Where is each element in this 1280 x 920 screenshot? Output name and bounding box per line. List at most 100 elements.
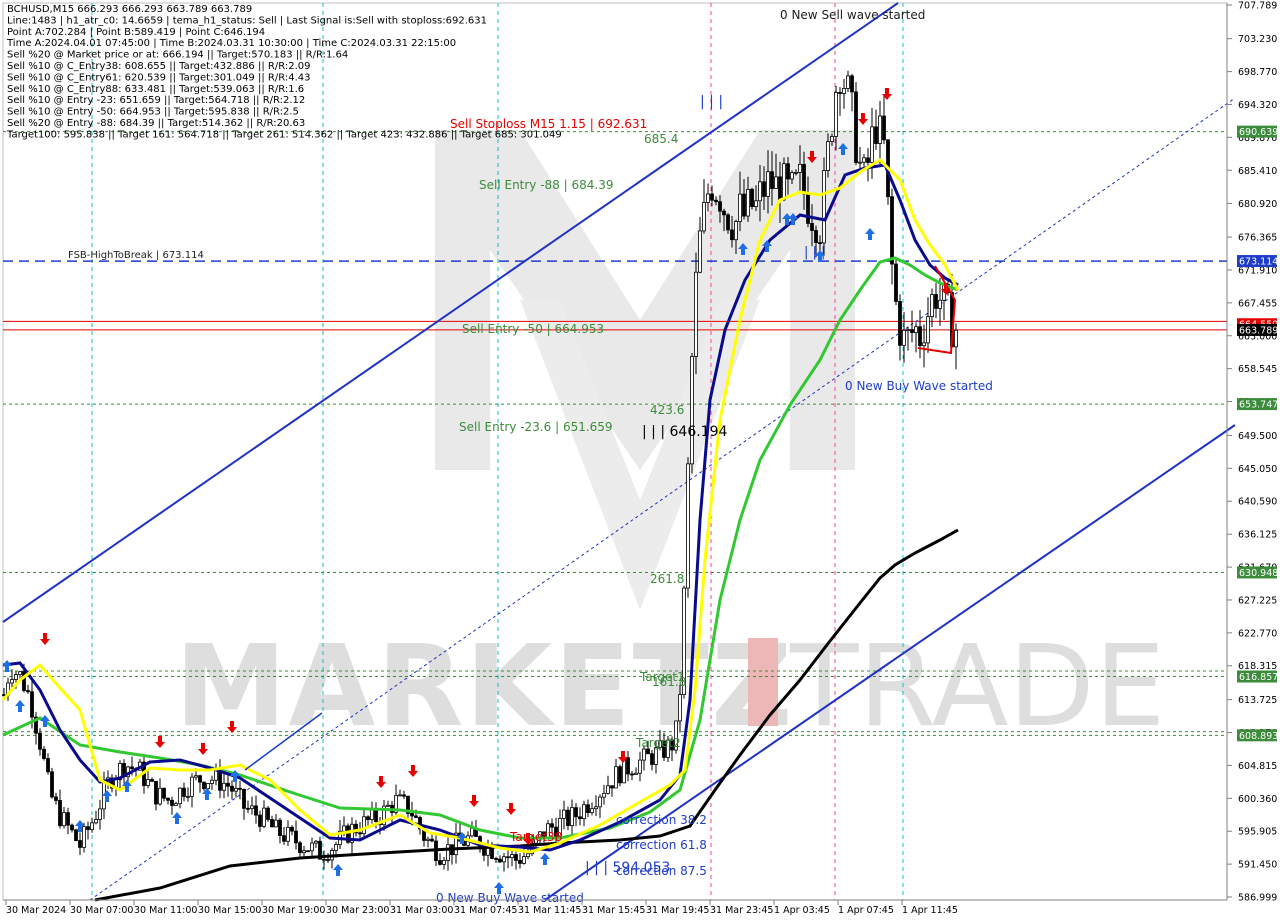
candle-body	[90, 822, 94, 831]
candle-body	[86, 826, 90, 831]
price-tick-label: 622.770	[1238, 628, 1277, 639]
candle-body	[254, 805, 258, 816]
candle-body	[626, 757, 630, 775]
price-tick-label: 685.410	[1238, 166, 1277, 177]
candle-body	[894, 263, 898, 302]
price-tick-label: 658.545	[1238, 364, 1277, 375]
header-line: Sell %10 @ Entry -50: 664.953 || Target:…	[7, 107, 299, 118]
candle-body	[878, 115, 882, 144]
candle-body	[42, 748, 46, 759]
candle-body	[770, 171, 774, 189]
candle-body	[514, 854, 518, 861]
candle-body	[874, 126, 878, 144]
candle-body	[954, 329, 958, 348]
candle-body	[502, 856, 506, 863]
candle-body	[282, 835, 286, 842]
candle-body	[858, 161, 862, 164]
candle-body	[574, 807, 578, 818]
candle-body	[938, 299, 942, 309]
candle-body	[82, 826, 86, 848]
candle-body	[690, 356, 694, 465]
candle-body	[470, 827, 474, 837]
price-tick-label: 645.050	[1238, 464, 1277, 475]
candle-body	[606, 785, 610, 794]
price-tick-label: 600.360	[1238, 794, 1277, 805]
candle-body	[870, 126, 874, 163]
price-marker-label: 608.893	[1239, 731, 1278, 742]
candle-body	[250, 805, 254, 809]
candle-body	[746, 188, 750, 217]
candle-body	[162, 787, 166, 799]
candle-body	[426, 838, 430, 841]
candle-body	[914, 326, 918, 333]
candle-body	[302, 850, 306, 854]
watermark-right-text: TRADE	[789, 622, 1165, 752]
annotation-sell-entry-23: Sell Entry -23.6 | 651.659	[459, 420, 613, 434]
candle-body	[654, 747, 658, 765]
candle-body	[358, 832, 362, 835]
annotation-261-8: 261.8	[650, 572, 684, 586]
candle-body	[702, 202, 706, 232]
annotation-423-6: 423.6	[650, 403, 684, 417]
annotation-new-buy-wave-right: 0 New Buy Wave started	[845, 379, 993, 393]
candle-body	[410, 813, 414, 817]
price-marker-label: 616.857	[1239, 672, 1278, 683]
candle-body	[614, 766, 618, 789]
candle-body	[794, 172, 798, 174]
candle-body	[150, 779, 154, 782]
candle-body	[738, 193, 742, 222]
annotation-correction-38: correction 38.2	[616, 813, 707, 827]
candle-body	[286, 826, 290, 842]
time-tick-label: 30 Mar 07:00	[70, 905, 133, 916]
candle-body	[722, 210, 726, 216]
candle-body	[834, 92, 838, 137]
candle-body	[366, 816, 370, 821]
price-tick-label: 698.770	[1238, 67, 1277, 78]
fsb-label: FSB-HighToBreak | 673.114	[68, 250, 204, 261]
candle-body	[94, 819, 98, 824]
candle-body	[598, 796, 602, 808]
annotation-new-sell-wave: 0 New Sell wave started	[780, 8, 925, 22]
candle-body	[762, 181, 766, 197]
candle-body	[802, 163, 806, 195]
candle-body	[718, 201, 722, 212]
candle-body	[266, 807, 270, 820]
candle-body	[634, 772, 638, 775]
candle-body	[610, 785, 614, 789]
candle-body	[322, 858, 326, 861]
price-tick-label: 676.365	[1238, 233, 1277, 244]
price-tick-label: 613.725	[1238, 695, 1277, 706]
candle-body	[258, 814, 262, 827]
candle-body	[910, 329, 914, 333]
candle-body	[822, 170, 826, 244]
price-tick-label: 604.815	[1238, 761, 1277, 772]
candle-body	[398, 794, 402, 797]
candle-body	[238, 787, 242, 790]
candle-body	[754, 200, 758, 207]
candle-body	[18, 671, 22, 676]
candle-body	[566, 809, 570, 827]
candle-body	[846, 75, 850, 89]
candle-body	[278, 819, 282, 837]
header-line: Time A:2024.04.01 07:45:00 | Time B:2024…	[6, 38, 456, 49]
candle-body	[26, 690, 30, 693]
candle-body	[290, 826, 294, 832]
time-axis: 30 Mar 2024 30 Mar 07:00 30 Mar 11:00 30 Ma…	[3, 899, 1227, 916]
candle-body	[66, 812, 70, 826]
price-marker-label: 690.639	[1239, 127, 1278, 138]
candle-body	[482, 848, 486, 856]
candle-body	[818, 242, 822, 244]
candle-body	[506, 856, 510, 859]
annotation-point-b: | | | 594.053	[585, 860, 670, 876]
last-price-label: 663.789	[1239, 325, 1278, 336]
price-chart[interactable]: MARKETZ TRADE 0 New Sell wave started Se…	[0, 0, 1280, 920]
candle-body	[10, 679, 14, 684]
candle-body	[226, 782, 230, 787]
candle-body	[70, 824, 74, 831]
candle-body	[810, 223, 814, 231]
time-tick-label: 1 Apr 11:45	[902, 905, 958, 916]
time-tick-label: 31 Mar 23:45	[710, 905, 773, 916]
candle-body	[638, 759, 642, 774]
candle-body	[934, 294, 938, 309]
candle-body	[386, 804, 390, 807]
